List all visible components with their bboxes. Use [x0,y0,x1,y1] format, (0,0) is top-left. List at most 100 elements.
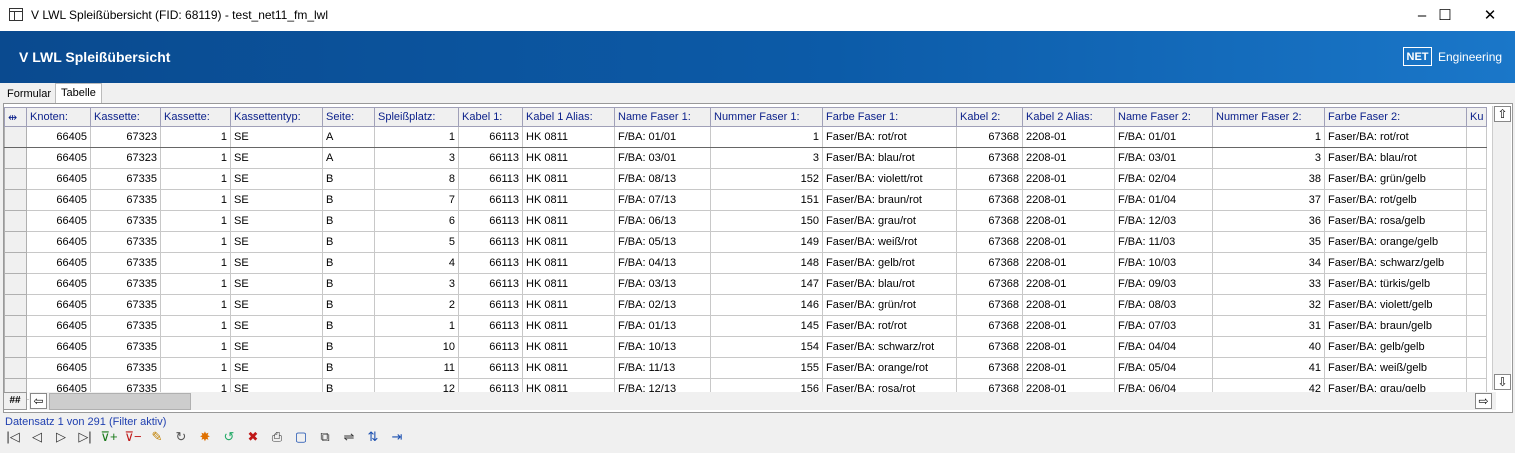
table-cell[interactable]: 8 [374,168,459,190]
table-cell[interactable]: 3 [374,147,459,169]
row-selector[interactable] [4,273,27,295]
table-cell[interactable]: 66405 [26,210,91,232]
table-cell[interactable]: 147 [710,273,823,295]
table-row[interactable]: 66405 67335 1 SE B 1 66113 HK 0811 F/BA: 01/13 14… [4,315,1488,337]
table-cell[interactable]: F/BA: 02/13 [614,294,711,316]
table-cell[interactable]: B [322,231,375,253]
table-cell[interactable]: F/BA: 10/03 [1114,252,1213,274]
table-cell[interactable]: SE [230,252,323,274]
table-row[interactable]: 66405 67335 1 SE B 5 66113 HK 0811 F/BA: 05/13 14… [4,231,1488,253]
table-row[interactable]: 66405 67335 1 SE B 8 66113 HK 0811 F/BA: 08/13 15… [4,168,1488,190]
table-row[interactable]: 66405 67335 1 SE B 10 66113 HK 0811 F/BA: 10/13 1… [4,336,1488,358]
scroll-up-button[interactable]: ⇧ [1494,106,1511,122]
table-row[interactable]: 66405 67335 1 SE B 4 66113 HK 0811 F/BA: 04/13 14… [4,252,1488,274]
table-cell[interactable]: 67335 [90,231,161,253]
table-cell[interactable]: 2208-01 [1022,189,1115,211]
table-cell[interactable]: Faser/BA: rosa/gelb [1324,210,1467,232]
table-cell[interactable]: 1 [374,315,459,337]
column-header[interactable]: Knoten: [26,107,91,127]
table-cell[interactable]: 2208-01 [1022,210,1115,232]
table-cell[interactable]: 2208-01 [1022,294,1115,316]
table-cell[interactable]: 2 [374,294,459,316]
last-record-icon[interactable]: ▷| [76,428,94,446]
table-cell[interactable]: A [322,147,375,169]
table-cell[interactable]: F/BA: 01/01 [1114,126,1213,148]
table-cell[interactable]: 66113 [458,210,523,232]
table-cell[interactable]: Faser/BA: grau/rot [822,210,957,232]
table-cell[interactable]: 67368 [956,147,1023,169]
swap-icon[interactable]: ⇌ [340,428,358,446]
row-selector[interactable] [4,210,27,232]
table-cell[interactable]: Faser/BA: weiß/rot [822,231,957,253]
table-cell[interactable]: F/BA: 05/13 [614,231,711,253]
table-cell[interactable]: F/BA: 03/01 [1114,147,1213,169]
column-header[interactable]: Kassette: [90,107,161,127]
table-cell[interactable]: HK 0811 [522,252,615,274]
table-cell[interactable]: F/BA: 06/13 [614,210,711,232]
first-record-icon[interactable]: |◁ [4,428,22,446]
table-cell[interactable]: 66113 [458,126,523,148]
row-selector[interactable] [4,357,27,379]
table-cell[interactable]: HK 0811 [522,168,615,190]
column-header[interactable]: Spleißplatz: [374,107,459,127]
table-cell[interactable]: 154 [710,336,823,358]
table-cell[interactable]: 66113 [458,273,523,295]
table-cell[interactable]: Faser/BA: schwarz/gelb [1324,252,1467,274]
table-cell[interactable]: F/BA: 08/13 [614,168,711,190]
table-cell[interactable]: B [322,273,375,295]
table-cell[interactable]: 33 [1212,273,1325,295]
table-cell[interactable]: 34 [1212,252,1325,274]
row-selector[interactable] [4,231,27,253]
table-cell[interactable]: 148 [710,252,823,274]
table-cell[interactable]: Faser/BA: violett/gelb [1324,294,1467,316]
table-cell[interactable]: 67335 [90,336,161,358]
table-cell[interactable]: 67335 [90,315,161,337]
table-cell[interactable]: 67368 [956,315,1023,337]
row-selector[interactable] [4,168,27,190]
table-row[interactable]: 66405 67335 1 SE B 3 66113 HK 0811 F/BA: 03/13 14… [4,273,1488,295]
scroll-left-button[interactable]: ⇦ [30,393,47,409]
column-header[interactable]: Kassettentyp: [230,107,323,127]
table-cell[interactable]: Faser/BA: rot/rot [822,315,957,337]
table-cell[interactable]: A [322,126,375,148]
table-cell[interactable]: 1 [1212,126,1325,148]
table-row[interactable]: 66405 67335 1 SE B 11 66113 HK 0811 F/BA: 11/13 1… [4,357,1488,379]
table-cell[interactable]: HK 0811 [522,231,615,253]
table-cell[interactable]: Faser/BA: grün/rot [822,294,957,316]
table-cell[interactable]: 4 [374,252,459,274]
table-cell[interactable]: 66113 [458,252,523,274]
table-cell[interactable]: F/BA: 03/13 [614,273,711,295]
table-cell[interactable]: 67368 [956,252,1023,274]
table-cell[interactable]: 2208-01 [1022,273,1115,295]
table-cell[interactable]: 151 [710,189,823,211]
filter-add-icon[interactable]: ⊽+ [100,428,118,446]
table-cell[interactable]: HK 0811 [522,315,615,337]
table-cell[interactable]: 1 [160,210,231,232]
table-cell[interactable]: SE [230,189,323,211]
table-cell[interactable]: Faser/BA: schwarz/rot [822,336,957,358]
table-cell[interactable]: 66113 [458,294,523,316]
table-cell[interactable]: 36 [1212,210,1325,232]
table-cell[interactable]: Faser/BA: rot/gelb [1324,189,1467,211]
table-cell[interactable]: F/BA: 09/03 [1114,273,1213,295]
table-cell[interactable]: Faser/BA: orange/gelb [1324,231,1467,253]
table-cell[interactable]: Faser/BA: rot/rot [822,126,957,148]
table-cell[interactable]: F/BA: 03/01 [614,147,711,169]
table-cell[interactable]: F/BA: 07/13 [614,189,711,211]
table-cell[interactable]: 2208-01 [1022,126,1115,148]
table-row[interactable]: 66405 67335 1 SE B 2 66113 HK 0811 F/BA: 02/13 14… [4,294,1488,316]
column-header[interactable]: Name Faser 1: [614,107,711,127]
table-cell[interactable]: 2208-01 [1022,336,1115,358]
table-cell[interactable]: 66405 [26,231,91,253]
table-cell[interactable]: 1 [710,126,823,148]
sort-icon[interactable]: ⇅ [364,428,382,446]
table-cell[interactable]: 67335 [90,189,161,211]
column-header[interactable]: Nummer Faser 1: [710,107,823,127]
table-cell[interactable]: 1 [374,126,459,148]
table-cell[interactable]: F/BA: 01/13 [614,315,711,337]
table-cell[interactable]: Faser/BA: blau/rot [822,273,957,295]
table-cell[interactable]: 67368 [956,273,1023,295]
table-cell[interactable]: HK 0811 [522,147,615,169]
table-row[interactable]: 66405 67335 1 SE B 6 66113 HK 0811 F/BA: 06/13 15… [4,210,1488,232]
table-cell[interactable]: 67368 [956,357,1023,379]
